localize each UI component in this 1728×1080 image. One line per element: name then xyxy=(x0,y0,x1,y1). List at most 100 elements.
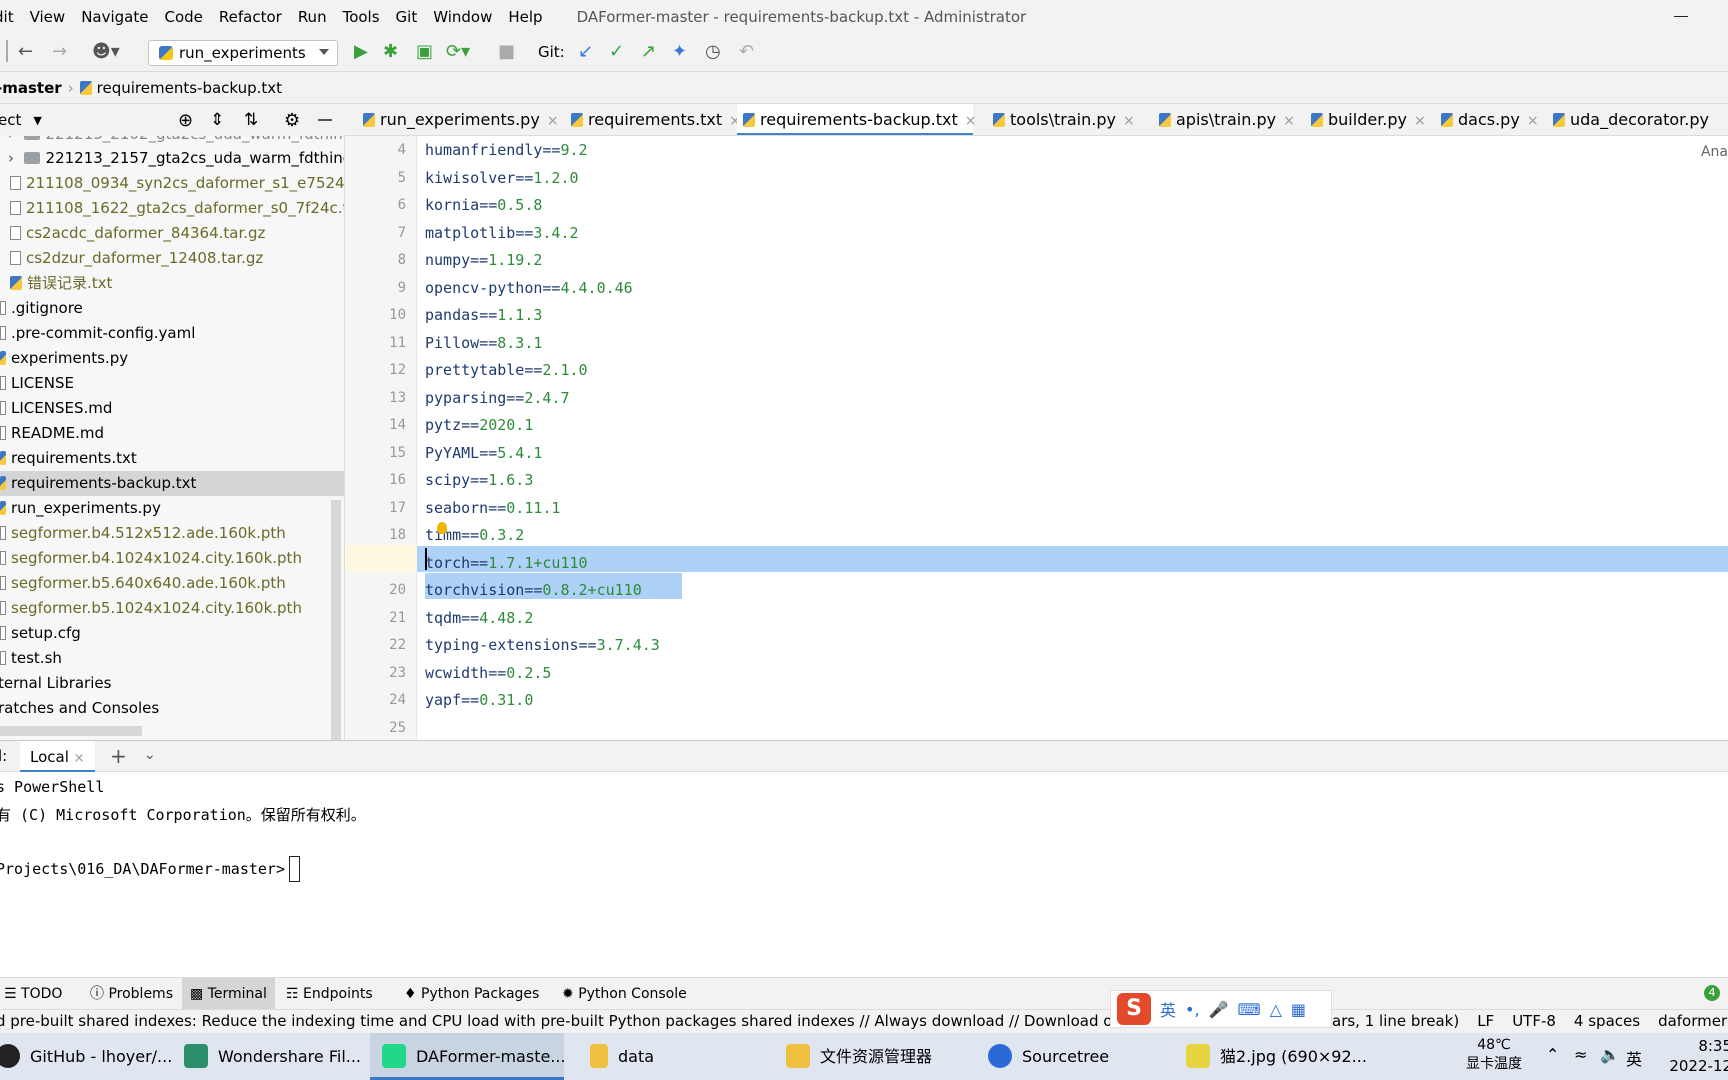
menu-run[interactable]: Run xyxy=(298,8,327,26)
tree-folder-row[interactable]: › 221213_2157_gta2cs_uda_warm_fdthing xyxy=(8,146,344,171)
tree-item[interactable]: .gitignore xyxy=(0,296,83,321)
close-icon[interactable]: × xyxy=(1283,113,1295,129)
task-file-explorer[interactable]: 文件资源管理器 xyxy=(786,1033,932,1080)
chevron-down-icon[interactable]: ▼ xyxy=(33,114,41,127)
tree-item[interactable]: README.md xyxy=(0,421,104,446)
sogou-logo-icon[interactable]: S xyxy=(1117,993,1151,1025)
clock[interactable]: 8:35 2022-12 xyxy=(1662,1036,1728,1076)
tree-item[interactable]: experiments.py xyxy=(0,346,128,371)
task-wondershare[interactable]: Wondershare Fil... xyxy=(184,1033,361,1080)
coverage-icon[interactable]: ▣ xyxy=(416,42,433,62)
tree-item[interactable]: LICENSES.md xyxy=(0,396,112,421)
tree-item[interactable]: .pre-commit-config.yaml xyxy=(0,321,195,346)
apps-icon[interactable]: ▦ xyxy=(1291,1000,1306,1019)
close-icon[interactable]: × xyxy=(1414,113,1426,129)
tree-item[interactable]: segformer.b4.1024x1024.city.160k.pth xyxy=(0,546,302,571)
status-position[interactable]: ars, 1 line break) xyxy=(1332,1012,1459,1030)
tree-item[interactable]: run_experiments.py xyxy=(0,496,161,521)
tree-item[interactable]: LICENSE xyxy=(0,371,74,396)
menu-window[interactable]: Window xyxy=(433,8,492,26)
event-log-icon[interactable]: 4 xyxy=(1704,985,1720,1001)
tree-item[interactable]: segformer.b4.512x512.ade.160k.pth xyxy=(0,521,286,546)
breadcrumb-root[interactable]: -master xyxy=(0,79,62,97)
status-interpreter[interactable]: daformer xyxy=(1658,1012,1727,1030)
task-data-folder[interactable]: data xyxy=(590,1033,654,1080)
project-panel-title[interactable]: ect xyxy=(0,111,21,129)
tab-run-experiments[interactable]: run_experiments.py × xyxy=(357,104,559,135)
tray-ime[interactable]: 英 xyxy=(1626,1046,1642,1070)
terminal-body[interactable]: s PowerShell 有 (C) Microsoft Corporation… xyxy=(0,772,1728,977)
ime-mode[interactable]: 英 xyxy=(1160,997,1176,1021)
menu-help[interactable]: Help xyxy=(508,8,542,26)
tab-uda-decorator[interactable]: uda_decorator.py xyxy=(1547,104,1709,135)
git-merge-icon[interactable]: ✦ xyxy=(672,42,687,62)
gear-icon[interactable]: ⚙ xyxy=(284,110,300,131)
tab-requirements-backup[interactable]: requirements-backup.txt × xyxy=(737,104,977,135)
tab-builder[interactable]: builder.py × xyxy=(1305,104,1426,135)
collapse-all-icon[interactable]: ⇅ xyxy=(244,110,258,130)
menu-edit[interactable]: dit xyxy=(0,8,14,26)
minimize-icon[interactable] xyxy=(1674,16,1688,17)
code-editor[interactable]: Ana humanfriendly==9.2 kiwisolver==1.2.0 k… xyxy=(417,136,1728,740)
git-commit-icon[interactable]: ✓ xyxy=(609,42,624,62)
forward-arrow-icon[interactable]: → xyxy=(52,42,67,62)
lightbulb-icon[interactable] xyxy=(437,522,447,534)
tab-apis-train[interactable]: apis\train.py × xyxy=(1153,104,1295,135)
tree-item[interactable]: setup.cfg xyxy=(0,621,81,646)
terminal-tab-local[interactable]: Local × xyxy=(20,741,95,773)
wifi-icon[interactable]: ≈ xyxy=(1574,1045,1587,1064)
tool-python-packages[interactable]: ♦ Python Packages xyxy=(404,978,539,1010)
tree-item[interactable]: requirements.txt xyxy=(0,446,137,471)
tree-item[interactable]: ternal Libraries xyxy=(0,671,111,696)
vertical-scrollbar[interactable] xyxy=(331,500,341,740)
punctuation-icon[interactable]: •, xyxy=(1185,1000,1200,1019)
close-icon[interactable]: × xyxy=(965,113,977,129)
task-github[interactable]: GitHub - lhoyer/... xyxy=(0,1033,172,1080)
git-push-icon[interactable]: ↗ xyxy=(641,42,656,62)
menu-refactor[interactable]: Refactor xyxy=(219,8,282,26)
menu-navigate[interactable]: Navigate xyxy=(81,8,148,26)
user-icon[interactable]: ☻▾ xyxy=(92,42,120,62)
status-line-ending[interactable]: LF xyxy=(1477,1012,1494,1030)
history-icon[interactable]: ◷ xyxy=(705,42,721,62)
tree-item[interactable]: segformer.b5.1024x1024.city.160k.pth xyxy=(0,596,302,621)
run-icon[interactable]: ▶ xyxy=(354,42,368,62)
tray-expand-icon[interactable]: ⌃ xyxy=(1546,1045,1559,1064)
rollback-icon[interactable]: ↶ xyxy=(739,42,754,62)
tree-item[interactable]: segformer.b5.640x640.ade.160k.pth xyxy=(0,571,286,596)
expand-all-icon[interactable]: ⇕ xyxy=(210,110,224,130)
task-pycharm[interactable]: DAFormer-maste... xyxy=(370,1033,566,1080)
tool-endpoints[interactable]: ☶ Endpoints xyxy=(286,978,373,1010)
task-sourcetree[interactable]: Sourcetree xyxy=(988,1033,1109,1080)
tab-dacs[interactable]: dacs.py × xyxy=(1435,104,1539,135)
chevron-down-icon[interactable]: ⌄ xyxy=(144,747,156,763)
tool-terminal[interactable]: ▩ Terminal xyxy=(182,978,275,1010)
microphone-icon[interactable]: 🎤 xyxy=(1209,1000,1229,1019)
keyboard-icon[interactable]: ⌨ xyxy=(1237,1000,1260,1019)
stop-icon[interactable]: ■ xyxy=(498,42,515,62)
status-message[interactable]: d pre-built shared indexes: Reduce the i… xyxy=(0,1012,1147,1030)
tool-problems[interactable]: ⓘ Problems xyxy=(90,978,173,1010)
close-icon[interactable]: × xyxy=(1527,113,1539,129)
horizontal-scrollbar[interactable] xyxy=(0,726,142,736)
tree-item[interactable]: ratches and Consoles xyxy=(0,696,159,721)
analyze-label[interactable]: Ana xyxy=(1701,144,1728,160)
volume-icon[interactable]: 🔈 xyxy=(1600,1045,1620,1064)
close-icon[interactable]: × xyxy=(1123,113,1135,129)
tree-item[interactable]: cs2dzur_daformer_12408.tar.gz xyxy=(10,246,263,271)
run-config-select[interactable]: run_experiments xyxy=(148,40,338,66)
menu-tools[interactable]: Tools xyxy=(343,8,380,26)
breadcrumb-file[interactable]: requirements-backup.txt xyxy=(97,79,282,97)
status-encoding[interactable]: UTF-8 xyxy=(1512,1012,1556,1030)
tool-python-console[interactable]: ✹ Python Console xyxy=(562,978,687,1010)
menu-code[interactable]: Code xyxy=(164,8,202,26)
task-image-viewer[interactable]: 猫2.jpg (690×92... xyxy=(1186,1033,1367,1080)
tree-item[interactable]: 211108_0934_syn2cs_daformer_s1_e7524.t xyxy=(10,171,344,196)
tree-item[interactable]: cs2acdc_daformer_84364.tar.gz xyxy=(10,221,265,246)
back-arrow-icon[interactable]: ← xyxy=(18,42,33,62)
menu-git[interactable]: Git xyxy=(396,8,418,26)
tool-todo[interactable]: ☰ TODO xyxy=(4,978,62,1010)
tree-item[interactable]: test.sh xyxy=(0,646,62,671)
menu-view[interactable]: View xyxy=(30,8,66,26)
add-icon[interactable]: + xyxy=(110,744,127,768)
